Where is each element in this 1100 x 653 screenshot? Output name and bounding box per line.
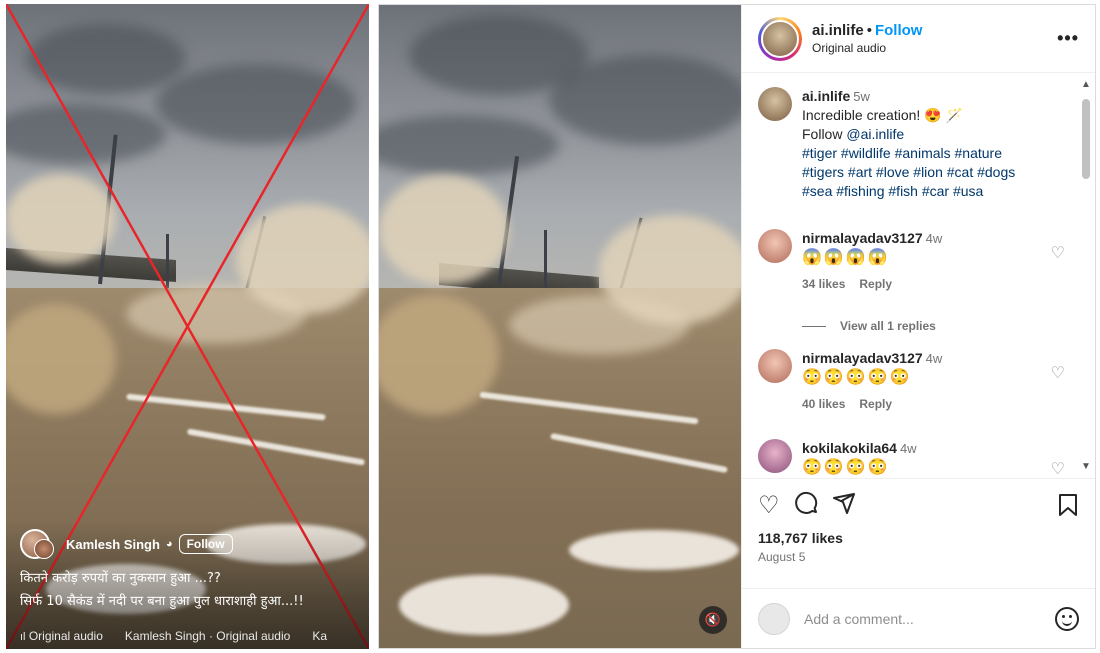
audio-row[interactable]: ıl Original audio Kamlesh Singh · Origin… [20, 629, 327, 643]
globe-icon: ◕ [165, 538, 173, 550]
heart-icon[interactable]: ♡ [1051, 363, 1065, 383]
foam [569, 530, 739, 570]
instagram-post: 🔇 ai.inlife • Follow Original audio ••• ai… [378, 4, 1096, 649]
add-comment-bar [742, 588, 1095, 648]
emoji-picker-icon[interactable] [1055, 606, 1079, 631]
comment-avatar[interactable] [758, 229, 792, 263]
comment-time: 4w [925, 231, 943, 246]
cloud [26, 24, 186, 94]
post-date: August 5 [758, 550, 806, 564]
lamp-pole [166, 234, 169, 294]
audio-label[interactable]: Original audio [812, 41, 1057, 55]
comment: kokilakokila64 4w 😳😳😳😳 ♡ [758, 439, 1065, 478]
caption-time: 5w [853, 89, 870, 104]
caption-text: Incredible creation! 😍 🪄 [802, 107, 963, 123]
hashtags-line[interactable]: #tigers #art #love #lion #cat #dogs [802, 163, 1065, 182]
post-video[interactable]: 🔇 [379, 5, 741, 648]
comment: nirmalayadav3127 4w 😱😱😱😱 34 likes Reply ♡ [758, 229, 1065, 294]
caption-avatar[interactable] [758, 87, 792, 121]
comment-avatar[interactable] [758, 349, 792, 383]
comment-input[interactable] [804, 610, 1055, 627]
scroll-down-icon[interactable]: ▼ [1081, 461, 1091, 472]
follow-button[interactable]: Follow [178, 534, 233, 554]
heart-icon[interactable]: ♡ [1051, 243, 1065, 263]
caption-line: सिर्फ 10 सैकंड में नदी पर बना हुआ पुल धा… [20, 594, 304, 609]
cloud [549, 55, 741, 145]
comments-panel[interactable]: ai.inlife 5w Incredible creation! 😍 🪄 Fol… [742, 73, 1095, 478]
reply-button[interactable]: Reply [859, 395, 892, 414]
comment-username[interactable]: nirmalayadav3127 [802, 350, 923, 366]
hashtags-line[interactable]: #tiger #wildlife #animals #nature [802, 144, 1065, 163]
comment-time: 4w [925, 351, 943, 366]
more-options-icon[interactable]: ••• [1057, 28, 1079, 49]
caption-follow-prefix: Follow [802, 126, 847, 142]
video-frame [379, 5, 741, 648]
audio-label: Original audio [28, 629, 103, 643]
likes-count[interactable]: 118,767 likes [758, 530, 1079, 546]
caption-username[interactable]: ai.inlife [802, 88, 850, 104]
wave-spray [126, 284, 306, 344]
wave-spray [509, 295, 689, 355]
comment-avatar[interactable] [758, 439, 792, 473]
like-heart-icon[interactable]: ♡ [758, 491, 780, 520]
lamp-pole [544, 230, 547, 290]
mention-link[interactable]: @ai.inlife [846, 126, 904, 142]
comment-username[interactable]: nirmalayadav3127 [802, 230, 923, 246]
wave-spray [6, 174, 116, 264]
audio-credit-cut: Ka [312, 629, 327, 643]
post-username[interactable]: ai.inlife [812, 22, 864, 39]
comment-time: 4w [899, 441, 917, 456]
post-header: ai.inlife • Follow Original audio ••• [742, 5, 1095, 73]
comments-scrollbar[interactable]: ▲ ▼ [1081, 79, 1091, 472]
comment-text: 😱😱😱😱 [802, 249, 890, 266]
bookmark-icon[interactable] [1057, 493, 1079, 522]
heart-icon[interactable]: ♡ [1051, 459, 1065, 478]
caption-line: कितने करोड़ रुपयों का नुकसान हुआ ...?? [20, 571, 221, 586]
scroll-thumb[interactable] [1082, 99, 1090, 179]
speaker-muted-icon[interactable]: 🔇 [699, 606, 727, 634]
comment-text: 😳😳😳😳 [802, 459, 890, 476]
view-replies[interactable]: View all 1 replies [802, 319, 936, 333]
profile-avatar[interactable] [758, 16, 802, 61]
audio-wave-icon: ıl [20, 631, 26, 643]
author-avatar-small [34, 539, 54, 559]
left-reel-screenshot: Kamlesh Singh ◕ Follow कितने करोड़ रुपयो… [6, 4, 369, 649]
post-header-text: ai.inlife • Follow Original audio [812, 22, 1057, 55]
comment-likes[interactable]: 40 likes [802, 395, 845, 414]
audio-credit: Kamlesh Singh · Original audio [124, 629, 291, 643]
comment: nirmalayadav3127 4w 😳😳😳😳😳 40 likes Reply ♡ [758, 349, 1065, 414]
follow-link[interactable]: Follow [875, 22, 923, 39]
author-name[interactable]: Kamlesh Singh [66, 537, 160, 552]
author-row: Kamlesh Singh ◕ Follow [20, 529, 233, 559]
reel-caption: कितने करोड़ रुपयों का नुकसान हुआ ...?? स… [20, 567, 304, 613]
cloud [156, 64, 356, 144]
separator-dot: • [866, 22, 872, 39]
comment-bubble-icon[interactable] [794, 491, 818, 520]
viewer-avatar [758, 602, 790, 635]
foam [399, 575, 569, 635]
comment-text: 😳😳😳😳😳 [802, 369, 912, 386]
reel-info-overlay: Kamlesh Singh ◕ Follow कितने करोड़ रुपयो… [6, 519, 369, 649]
share-send-icon[interactable] [832, 491, 856, 520]
hashtags-line[interactable]: #sea #fishing #fish #car #usa [802, 182, 1065, 201]
post-sidebar: ai.inlife • Follow Original audio ••• ai.i… [741, 5, 1095, 648]
comment-username[interactable]: kokilakokila64 [802, 440, 897, 456]
post-actions: ♡ 118,767 likes August 5 [742, 478, 1095, 588]
reply-button[interactable]: Reply [859, 275, 892, 294]
wave-spray [379, 175, 509, 285]
comment-likes[interactable]: 34 likes [802, 275, 845, 294]
scroll-up-icon[interactable]: ▲ [1081, 79, 1091, 90]
caption-block: ai.inlife 5w Incredible creation! 😍 🪄 Fol… [758, 87, 1065, 201]
view-replies-label: View all 1 replies [840, 319, 936, 333]
